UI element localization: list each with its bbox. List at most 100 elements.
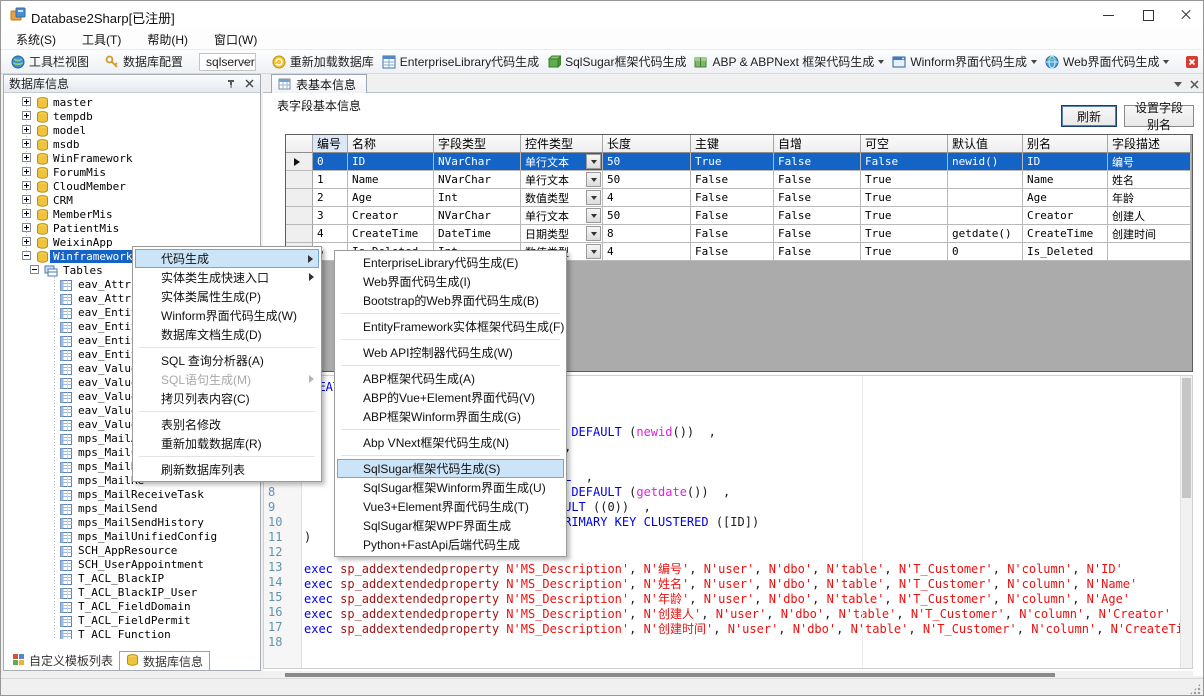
grid-cell[interactable]: 编号 <box>1108 153 1191 171</box>
grid-cell[interactable]: 数值类型 <box>521 189 603 207</box>
dropdown-arrow-icon[interactable] <box>1163 60 1169 64</box>
submenu-item[interactable]: EnterpriseLibrary代码生成(E) <box>337 253 564 272</box>
grid-cell[interactable]: 创建人 <box>1108 207 1191 225</box>
grid-cell[interactable]: Creator <box>348 207 434 225</box>
grid-cell[interactable]: ID <box>1023 153 1108 171</box>
grid-cell[interactable]: True <box>861 207 948 225</box>
collapse-icon[interactable] <box>30 265 39 274</box>
grid-cell[interactable]: 0 <box>948 243 1023 261</box>
context-menu-item[interactable]: 实体类生成快速入口 <box>135 268 319 287</box>
toolbar-button-tool[interactable]: 数据库配置 <box>101 52 187 72</box>
grid-cell[interactable]: 单行文本 <box>521 153 603 171</box>
tree-item[interactable]: T_ACL_FieldDomain <box>75 599 194 613</box>
context-menu-item[interactable]: SQL 查询分析器(A) <box>135 351 319 370</box>
toolbar-button-web[interactable]: Web界面代码生成 <box>1041 52 1173 72</box>
tree-item[interactable]: mps_MailUnifiedConfig <box>75 529 220 543</box>
grid-cell[interactable]: False <box>774 189 861 207</box>
grid-cell[interactable]: True <box>861 171 948 189</box>
vertical-scrollbar-thumb[interactable] <box>1182 378 1191 498</box>
tree-item[interactable]: PatientMis <box>50 221 122 235</box>
grid-column-header[interactable]: 字段描述 <box>1108 135 1191 153</box>
expand-icon[interactable] <box>22 125 31 134</box>
grid-column-header[interactable]: 可空 <box>861 135 948 153</box>
tree-item[interactable]: T_ACL_BlackIP <box>75 571 167 585</box>
tab-close-icon[interactable] <box>1187 77 1201 91</box>
pin-icon[interactable] <box>224 77 238 91</box>
submenu-item[interactable]: SqlSugar框架Winform界面生成(U) <box>337 478 564 497</box>
maximize-button[interactable] <box>1127 1 1169 29</box>
grid-cell[interactable]: Age <box>1023 189 1108 207</box>
horizontal-scrollbar-thumb[interactable] <box>285 673 1055 677</box>
grid-cell[interactable]: 日期类型 <box>521 225 603 243</box>
grid-cell[interactable]: 4 <box>313 225 348 243</box>
cell-combobox-button[interactable] <box>586 208 601 223</box>
tree-item[interactable]: CloudMember <box>50 179 129 193</box>
grid-cell[interactable] <box>1108 243 1191 261</box>
tree-item[interactable]: ForumMis <box>50 165 109 179</box>
close-button[interactable] <box>1165 1 1204 29</box>
toolbar-button-winform[interactable]: Winform界面代码生成 <box>888 52 1041 72</box>
expand-icon[interactable] <box>22 209 31 218</box>
menubar-item[interactable]: 帮助(H) <box>147 31 188 48</box>
toolbar-button-enterpriselibrary[interactable]: EnterpriseLibrary代码生成 <box>378 52 543 72</box>
grid-cell[interactable]: Creator <box>1023 207 1108 225</box>
resize-grip[interactable] <box>1189 683 1201 695</box>
expand-icon[interactable] <box>22 153 31 162</box>
grid-column-header[interactable]: 主键 <box>691 135 774 153</box>
set-field-alias-button[interactable]: 设置字段别名 <box>1124 105 1194 127</box>
grid-column-header[interactable]: 编号 <box>313 135 348 153</box>
cell-combobox-button[interactable] <box>586 190 601 205</box>
grid-cell[interactable]: False <box>774 225 861 243</box>
cell-combobox-button[interactable] <box>586 244 601 259</box>
grid-cell[interactable]: 8 <box>603 225 691 243</box>
tree-item[interactable]: mps_MailSend <box>75 501 160 515</box>
submenu-item[interactable]: Web API控制器代码生成(W) <box>337 343 564 362</box>
panel-close-icon[interactable] <box>242 77 256 91</box>
expand-icon[interactable] <box>22 111 31 120</box>
grid-cell[interactable]: 单行文本 <box>521 171 603 189</box>
collapse-icon[interactable] <box>22 251 31 260</box>
grid-cell[interactable]: 1 <box>313 171 348 189</box>
grid-cell[interactable]: 4 <box>603 189 691 207</box>
context-menu-item[interactable]: Winform界面代码生成(W) <box>135 306 319 325</box>
grid-cell[interactable]: False <box>774 207 861 225</box>
tree-item[interactable]: T_ACL_FieldPermit <box>75 613 194 627</box>
dropdown-arrow-icon[interactable] <box>878 60 884 64</box>
toolbar-button-tool[interactable]: 退出 <box>1181 52 1204 72</box>
cell-combobox-button[interactable] <box>586 154 601 169</box>
tab-table-basic-info[interactable]: 表基本信息 <box>271 74 367 93</box>
menubar-item[interactable]: 窗口(W) <box>214 31 257 48</box>
grid-column-header[interactable]: 长度 <box>603 135 691 153</box>
grid-cell[interactable]: True <box>861 225 948 243</box>
grid-cell[interactable]: True <box>691 153 774 171</box>
grid-cell[interactable]: False <box>691 243 774 261</box>
menubar-item[interactable]: 系统(S) <box>16 31 56 48</box>
grid-column-header[interactable]: 自增 <box>774 135 861 153</box>
expand-icon[interactable] <box>22 97 31 106</box>
grid-cell[interactable]: 50 <box>603 171 691 189</box>
tree-item[interactable]: T_ACL_BlackIP_User <box>75 585 200 599</box>
grid-cell[interactable]: Int <box>434 189 521 207</box>
submenu-item[interactable]: Vue3+Element界面代码生成(T) <box>337 497 564 516</box>
submenu-item[interactable]: Web界面代码生成(I) <box>337 272 564 291</box>
grid-cell[interactable]: True <box>861 189 948 207</box>
left-tab-database-info[interactable]: 数据库信息 <box>119 651 210 670</box>
grid-cell[interactable]: True <box>861 243 948 261</box>
grid-row-selector[interactable] <box>286 207 313 225</box>
grid-cell[interactable]: False <box>774 171 861 189</box>
context-menu-item[interactable]: 重新加载数据库(R) <box>135 434 319 453</box>
tree-item[interactable]: mps_MailSendHistory <box>75 515 207 529</box>
context-menu-item[interactable]: 表别名修改 <box>135 415 319 434</box>
grid-cell[interactable] <box>948 207 1023 225</box>
grid-cell[interactable]: Name <box>348 171 434 189</box>
grid-column-header[interactable]: 默认值 <box>948 135 1023 153</box>
grid-cell[interactable]: False <box>691 207 774 225</box>
expand-icon[interactable] <box>22 223 31 232</box>
expand-icon[interactable] <box>22 167 31 176</box>
submenu-item[interactable]: SqlSugar框架WPF界面生成 <box>337 516 564 535</box>
grid-column-header[interactable]: 名称 <box>348 135 434 153</box>
grid-cell[interactable]: 3 <box>313 207 348 225</box>
grid-cell[interactable]: 50 <box>603 207 691 225</box>
grid-cell[interactable]: False <box>774 153 861 171</box>
expand-icon[interactable] <box>22 195 31 204</box>
